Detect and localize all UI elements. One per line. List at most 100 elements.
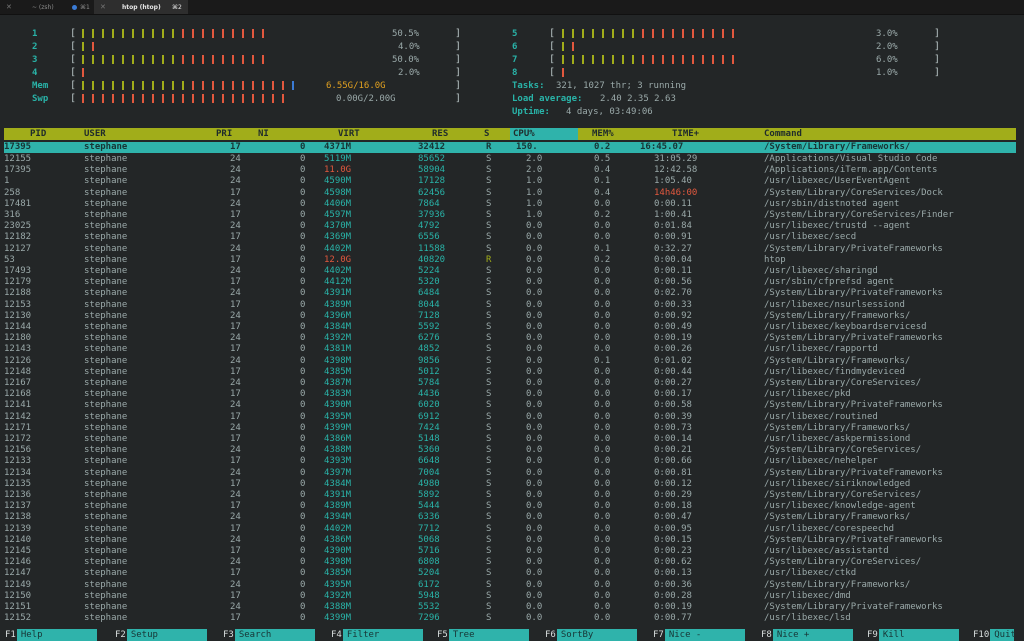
cell-command: /System/Library/PrivateFrameworks — [764, 602, 943, 612]
cell-res: 5204 — [418, 568, 440, 579]
cell-command: /usr/libexec/trustd --agent — [764, 221, 911, 232]
process-row[interactable]: 17493 stephane 24 0 4402M 5224 S 0.0 0.0 0:00.11 /… — [4, 266, 1016, 277]
column-header-res[interactable]: RES — [432, 129, 448, 139]
f7-nice-minus-button[interactable]: F7 Nice - — [652, 629, 745, 641]
cell-mem: 0.1 — [594, 176, 611, 187]
process-row[interactable]: 12152 stephane 17 0 4399M 7296 S 0.0 0.0 0:00.77 /… — [4, 613, 1016, 624]
process-row[interactable]: 12144 stephane 17 0 4384M 5592 S 0.0 0.0 0:00.49 /… — [4, 322, 1016, 333]
tab-zsh[interactable]: ✕ ~ (zsh) ⌘1 — [0, 0, 96, 14]
cell-user: stephane — [84, 546, 128, 556]
process-row[interactable]: 23025 stephane 24 0 4370M 4792 S 0.0 0.0 0:01.84 /… — [4, 221, 1016, 232]
f8-nice-plus-button[interactable]: F8 Nice + — [760, 629, 853, 641]
process-row[interactable]: 12155 stephane 24 0 5119M 85652 S 2.0 0.5 31:05.2… — [4, 154, 1016, 165]
cell-user: stephane — [84, 221, 128, 232]
process-row[interactable]: 12179 stephane 17 0 4412M 5320 S 0.0 0.0 0:00.56 /… — [4, 277, 1016, 288]
process-row[interactable]: 12172 stephane 17 0 4386M 5148 S 0.0 0.0 0:00.14 /… — [4, 434, 1016, 445]
column-header-cpu[interactable]: CPU% — [510, 128, 578, 140]
cell-cpu: 0.0 — [526, 568, 543, 579]
f2-setup-button[interactable]: F2 Setup — [114, 629, 207, 641]
column-header-pri[interactable]: PRI — [216, 129, 232, 139]
f3-search-button[interactable]: F3 Search — [222, 629, 315, 641]
column-header-mem[interactable]: MEM% — [592, 129, 614, 139]
process-row[interactable]: 12137 stephane 17 0 4389M 5444 S 0.0 0.0 0:00.18 /… — [4, 501, 1016, 512]
process-row[interactable]: 12167 stephane 24 0 4387M 5784 S 0.0 0.0 0:00.27 /… — [4, 378, 1016, 389]
cell-time: 0:00.13 — [654, 568, 692, 579]
cell-user: stephane — [84, 176, 128, 187]
process-row[interactable]: 12182 stephane 17 0 4369M 6556 S 0.0 0.0 0:00.91 /… — [4, 232, 1016, 243]
process-row[interactable]: 12143 stephane 17 0 4381M 4852 S 0.0 0.0 0:00.26 /… — [4, 344, 1016, 355]
cell-time: 0:00.23 — [654, 546, 692, 556]
column-header-ni[interactable]: NI — [258, 129, 269, 139]
process-row-selected[interactable]: 17395 stephane 17 0 4371M 32412 R 150. 0… — [4, 142, 1016, 153]
cell-user: stephane — [84, 366, 128, 377]
close-icon[interactable]: ✕ — [100, 3, 106, 11]
cell-ni: 0 — [300, 557, 306, 568]
process-row[interactable]: 12126 stephane 24 0 4398M 9856 S 0.0 0.1 0:01.02 /… — [4, 356, 1016, 367]
cell-virt: 4390M — [324, 546, 352, 556]
process-row[interactable]: 17481 stephane 24 0 4406M 7864 S 1.0 0.0 0:00.11 /… — [4, 199, 1016, 210]
process-row[interactable]: 12136 stephane 24 0 4391M 5892 S 0.0 0.0 0:00.29 /… — [4, 490, 1016, 501]
process-row[interactable]: 12135 stephane 17 0 4384M 4980 S 0.0 0.0 0:00.12 /… — [4, 479, 1016, 490]
terminal-window[interactable]: 1 2 3 4 Mem Swp [ [ [ [ [ [ 50.5% 4.0% 5… — [0, 15, 1024, 641]
f1-help-button[interactable]: F1 Help — [4, 629, 97, 641]
process-row[interactable]: 17395 stephane 24 0 11.0G 58904 S 2.0 0.4 12:42.5… — [4, 165, 1016, 176]
f6-sortby-button[interactable]: F6 SortBy — [544, 629, 637, 641]
process-row[interactable]: 1 stephane 24 0 4590M 17128 S 1.0 0.1 1:05.40/usr… — [4, 176, 1016, 187]
cell-command: /System/Library/PrivateFrameworks — [764, 400, 943, 411]
process-row[interactable]: 12141 stephane 24 0 4390M 6020 S 0.0 0.0 0:00.58 /… — [4, 400, 1016, 411]
process-row[interactable]: 12138 stephane 24 0 4394M 6336 S 0.0 0.0 0:00.47 /… — [4, 512, 1016, 523]
cell-cpu: 0.0 — [526, 456, 543, 467]
f4-filter-button[interactable]: F4 Filter — [330, 629, 423, 641]
process-row[interactable]: 316 stephane 17 0 4597M 37936 S 1.0 0.2 1:00.41/S… — [4, 210, 1016, 221]
f10-quit-button[interactable]: F10 Quit — [972, 629, 1016, 641]
process-row[interactable]: 12133 stephane 17 0 4393M 6648 S 0.0 0.0 0:00.66 /… — [4, 456, 1016, 467]
process-row[interactable]: 12145 stephane 17 0 4390M 5716 S 0.0 0.0 0:00.23 /… — [4, 546, 1016, 557]
process-row[interactable]: 12156 stephane 24 0 4388M 5360 S 0.0 0.0 0:00.21 /… — [4, 445, 1016, 456]
cell-mem: 0.2 — [594, 254, 611, 265]
cell-pri: 17 — [230, 501, 241, 512]
cell-state: S — [486, 602, 492, 612]
cell-user: stephane — [84, 243, 128, 254]
process-row[interactable]: 12151 stephane 24 0 4388M 5532 S 0.0 0.0 0:00.19 /… — [4, 602, 1016, 613]
tab-htop[interactable]: ✕ htop (htop) ⌘2 — [94, 0, 188, 14]
process-row[interactable]: 12146 stephane 24 0 4398M 6808 S 0.0 0.0 0:00.62 /… — [4, 557, 1016, 568]
cell-state: S — [486, 501, 492, 512]
process-row[interactable]: 258 stephane 17 0 4598M 62456 S 1.0 0.4 14h46:00 /… — [4, 188, 1016, 199]
cell-cpu: 150. — [516, 142, 538, 152]
column-header-time[interactable]: TIME+ — [672, 129, 699, 139]
process-row[interactable]: 12142 stephane 17 0 4395M 6912 S 0.0 0.0 0:00.39 /… — [4, 412, 1016, 423]
cell-time: 0:00.77 — [654, 613, 692, 624]
column-header-virt[interactable]: VIRT — [338, 129, 360, 139]
process-row[interactable]: 12150 stephane 17 0 4392M 5948 S 0.0 0.0 0:00.28 /… — [4, 591, 1016, 602]
process-row[interactable]: 12130 stephane 24 0 4396M 7128 S 0.0 0.0 0:00.92 /… — [4, 311, 1016, 322]
process-row[interactable]: 12149 stephane 24 0 4395M 6172 S 0.0 0.0 0:00.36 /… — [4, 580, 1016, 591]
process-row[interactable]: 53 stephane 17 0 12.0G 40820 R 0.0 0.2 0:00.04 hto… — [4, 255, 1016, 266]
cell-cpu: 1.0 — [526, 187, 543, 198]
fkey-number: F3 — [223, 630, 234, 640]
cell-res: 11588 — [418, 243, 446, 254]
close-icon[interactable]: ✕ — [6, 3, 12, 11]
column-header-user[interactable]: USER — [84, 129, 106, 139]
cell-virt: 4381M — [324, 344, 352, 355]
column-header-s[interactable]: S — [484, 129, 489, 139]
process-row[interactable]: 12140 stephane 24 0 4386M 5068 S 0.0 0.0 0:00.15 /… — [4, 535, 1016, 546]
column-header-pid[interactable]: PID — [30, 129, 46, 139]
process-row[interactable]: 12134 stephane 24 0 4397M 7004 S 0.0 0.0 0:00.81 /… — [4, 468, 1016, 479]
meter-bracket-open: [ — [70, 93, 77, 104]
cell-pri: 24 — [230, 176, 241, 187]
process-row[interactable]: 12127 stephane 24 0 4402M 11588 S 0.0 0.1 0:32.27… — [4, 244, 1016, 255]
cell-mem: 0.0 — [594, 266, 611, 276]
f9-kill-button[interactable]: F9 Kill — [866, 629, 959, 641]
process-row[interactable]: 12148 stephane 17 0 4385M 5012 S 0.0 0.0 0:00.44 /… — [4, 367, 1016, 378]
process-row[interactable]: 12188 stephane 24 0 4391M 6484 S 0.0 0.0 0:02.70 /… — [4, 288, 1016, 299]
process-row[interactable]: 12147 stephane 17 0 4385M 5204 S 0.0 0.0 0:00.13 /… — [4, 568, 1016, 579]
process-row[interactable]: 12168 stephane 17 0 4383M 4436 S 0.0 0.0 0:00.17 /… — [4, 389, 1016, 400]
process-row[interactable]: 12171 stephane 24 0 4399M 7424 S 0.0 0.0 0:00.73 /… — [4, 423, 1016, 434]
process-row[interactable]: 12180 stephane 24 0 4392M 6276 S 0.0 0.0 0:00.19 /… — [4, 333, 1016, 344]
uptime-label: Uptime: — [512, 107, 550, 117]
f5-tree-button[interactable]: F5 Tree — [436, 629, 529, 641]
process-row[interactable]: 12139 stephane 17 0 4402M 7712 S 0.0 0.0 0:00.95 /… — [4, 524, 1016, 535]
column-header-command[interactable]: Command — [764, 129, 802, 139]
process-row[interactable]: 12153 stephane 17 0 4389M 8044 S 0.0 0.0 0:00.33 /… — [4, 300, 1016, 311]
meter-bracket-open: [ — [70, 54, 77, 65]
